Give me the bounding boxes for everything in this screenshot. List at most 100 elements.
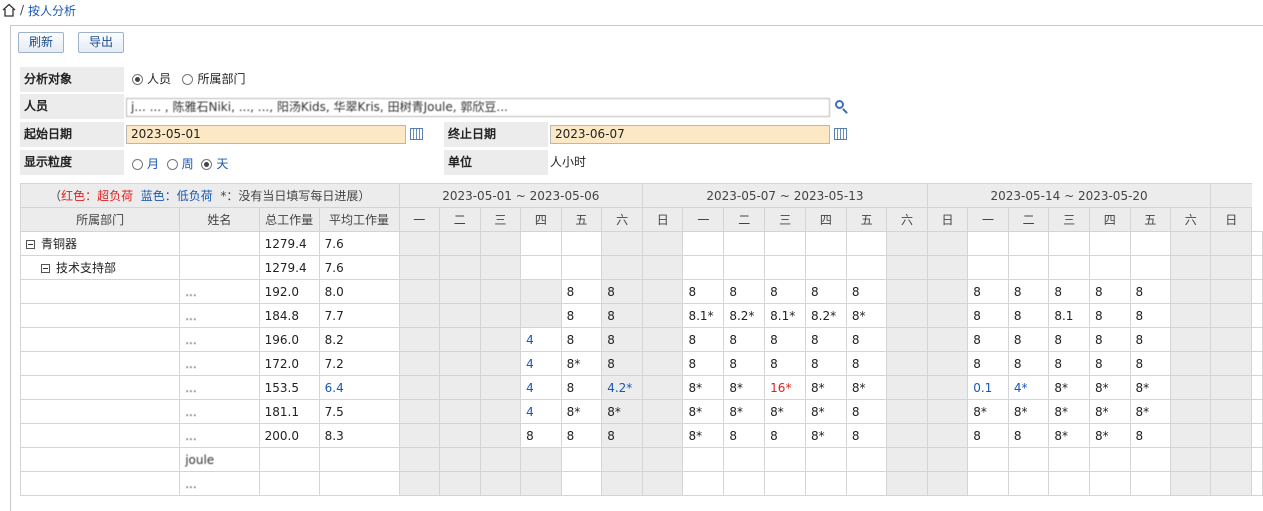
total-cell: 172.0 — [258, 351, 320, 376]
dept-cell[interactable]: 技术支持部 — [19, 255, 181, 280]
collapse-icon[interactable] — [26, 240, 35, 249]
gran-radio-month[interactable]: 月 — [132, 157, 159, 171]
table-row[interactable]: joule — [19, 447, 1263, 472]
end-date-input[interactable]: 2023-06-07 — [550, 125, 830, 144]
day-cell — [886, 447, 928, 472]
search-icon[interactable] — [835, 100, 844, 109]
day-header: 六 — [601, 207, 644, 232]
person-input[interactable]: j... ... , 陈雅石Niki, ..., ..., 阳汤Kids, 华翠… — [126, 98, 830, 117]
day-cell — [1210, 279, 1252, 304]
day-cell — [560, 255, 603, 280]
day-header: 一 — [967, 207, 1009, 232]
day-cell: 8* — [1089, 423, 1131, 448]
day-cell: 8* — [560, 351, 603, 376]
table-row[interactable]: ... 184.8 7.7 8 8 8.1* 8.2* 8.1* 8.2* 8* 8 8 8.1 8 8 — [19, 303, 1263, 328]
day-cell: 8 — [764, 327, 807, 352]
day-cell — [682, 255, 725, 280]
dept-cell — [19, 279, 181, 304]
day-cell: 8 — [723, 279, 766, 304]
name-cell: ... — [179, 351, 260, 376]
day-cell — [1089, 471, 1131, 496]
day-cell — [1251, 255, 1263, 280]
day-cell: 8 — [1129, 279, 1171, 304]
table-row[interactable]: ... 192.0 8.0 8 8 8 8 8 8 8 8 8 8 8 8 — [19, 279, 1263, 304]
day-cell — [1089, 447, 1131, 472]
target-options: 人员 所属部门 — [132, 67, 245, 92]
day-cell — [642, 327, 684, 352]
table-row[interactable]: 技术支持部 1279.4 7.6 — [19, 255, 1263, 280]
day-cell — [886, 423, 928, 448]
table-row[interactable]: 青铜器 1279.4 7.6 — [19, 231, 1263, 256]
day-cell: 4 — [520, 351, 562, 376]
day-cell — [1210, 471, 1252, 496]
day-cell — [1251, 327, 1263, 352]
dept-cell — [19, 423, 181, 448]
day-cell: 8 — [967, 327, 1009, 352]
name-cell: ... — [179, 279, 260, 304]
day-cell: 8* — [845, 303, 888, 328]
start-calendar-icon[interactable] — [410, 128, 423, 140]
day-cell: 8 — [1089, 327, 1131, 352]
day-cell — [1007, 255, 1050, 280]
table-row[interactable]: ... — [19, 471, 1263, 496]
day-cell — [805, 447, 847, 472]
avg-cell: 8.3 — [318, 423, 400, 448]
day-cell: 8* — [1048, 423, 1091, 448]
day-cell: 4 — [520, 375, 562, 400]
day-cell — [560, 447, 603, 472]
dept-cell — [19, 471, 181, 496]
day-cell: 8 — [601, 351, 644, 376]
day-cell: 8.2* — [723, 303, 766, 328]
day-cell: 8 — [1048, 351, 1091, 376]
name-cell: ... — [179, 303, 260, 328]
target-radio-dept[interactable]: 所属部门 — [182, 72, 245, 86]
day-cell — [1251, 231, 1263, 256]
home-icon[interactable] — [2, 3, 16, 17]
refresh-button[interactable]: 刷新 — [18, 32, 65, 53]
collapse-icon[interactable] — [41, 264, 50, 273]
day-header: 二 — [439, 207, 481, 232]
day-cell: 8 — [560, 303, 603, 328]
gran-radio-week[interactable]: 周 — [166, 157, 194, 171]
day-cell — [886, 255, 928, 280]
day-cell — [398, 279, 441, 304]
day-cell — [886, 327, 928, 352]
table-row[interactable]: ... 181.1 7.5 4 8* 8* 8* 8* 8* 8* 8 8* 8* 8* 8* 8* — [19, 399, 1263, 424]
day-cell — [886, 351, 928, 376]
day-cell — [642, 447, 684, 472]
table-row[interactable]: ... 153.5 6.4 4 8 4.2* 8* 8* 16* 8* 8* 0.1 4* 8* 8* 8* — [19, 375, 1263, 400]
export-button[interactable]: 导出 — [78, 32, 125, 53]
table-row[interactable]: ... 196.0 8.2 4 8 8 8 8 8 8 8 8 8 8 8 8 — [19, 327, 1263, 352]
day-cell — [642, 375, 684, 400]
target-radio-person[interactable]: 人员 — [132, 72, 171, 86]
dept-cell[interactable]: 青铜器 — [19, 231, 181, 256]
total-cell: 1279.4 — [258, 231, 320, 256]
day-cell — [886, 303, 928, 328]
day-cell — [723, 447, 766, 472]
day-cell — [479, 255, 522, 280]
day-header: 二 — [723, 207, 766, 232]
day-cell — [398, 375, 441, 400]
day-cell: 8 — [723, 351, 766, 376]
day-cell: 8.1* — [764, 303, 807, 328]
avg-cell: 8.0 — [318, 279, 400, 304]
day-header: 五 — [560, 207, 603, 232]
day-cell — [642, 471, 684, 496]
end-date-label: 终止日期 — [444, 122, 548, 147]
table-row[interactable]: ... 200.0 8.3 8 8 8 8* 8 8 8* 8 8 8 8* 8* 8 — [19, 423, 1263, 448]
breadcrumb-current[interactable]: 按人分析 — [28, 2, 76, 19]
day-cell: 8 — [967, 303, 1009, 328]
day-cell: 8 — [967, 351, 1009, 376]
day-cell: 8 — [601, 423, 644, 448]
day-cell: 16* — [764, 375, 807, 400]
start-date-input[interactable]: 2023-05-01 — [126, 125, 406, 144]
day-cell: 8* — [967, 399, 1009, 424]
day-cell: 8* — [845, 375, 888, 400]
day-cell: 8 — [682, 279, 725, 304]
end-calendar-icon[interactable] — [834, 128, 847, 140]
gran-radio-day[interactable]: 天 — [201, 157, 228, 171]
table-row[interactable]: ... 172.0 7.2 4 8* 8 8 8 8 8 8 8 8 8 8 8 — [19, 351, 1263, 376]
name-cell: ... — [179, 471, 260, 496]
person-label: 人员 — [20, 94, 124, 119]
day-cell — [926, 327, 969, 352]
